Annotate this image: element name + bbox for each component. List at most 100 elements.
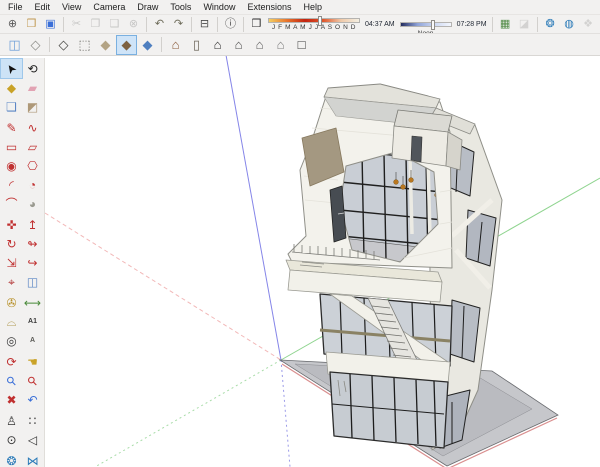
dimension-tool[interactable]: ⟷ — [22, 293, 43, 312]
new-file-button[interactable]: ⊕ — [3, 16, 22, 33]
view-left-button[interactable]: ⌂ — [270, 35, 291, 55]
rotated-rectangle-tool[interactable]: ▱ — [22, 137, 43, 156]
scale-tool[interactable]: ⇲ — [1, 253, 22, 272]
follow-me-tool[interactable]: ↬ — [22, 234, 43, 253]
shadow-settings-button[interactable]: ◪ — [515, 16, 534, 33]
protractor-tool[interactable]: ⌓ — [1, 312, 22, 331]
style-xray-button[interactable]: ◫ — [4, 35, 25, 55]
style-hidden-line-button[interactable]: ⬚ — [74, 35, 95, 55]
add-location-button[interactable]: ❂ — [541, 16, 560, 33]
pan-tool[interactable]: ☚ — [22, 352, 43, 371]
paste-button[interactable]: ❑ — [105, 16, 124, 33]
shadow-time-slider[interactable]: Noon — [399, 19, 452, 37]
toolbar-divider — [491, 16, 493, 32]
menu-item-file[interactable]: File — [2, 1, 29, 13]
push-pull-tool[interactable]: ↥ — [22, 215, 43, 234]
menu-item-extensions[interactable]: Extensions — [241, 1, 297, 13]
axes-tool[interactable]: ⌖ — [1, 272, 22, 291]
circle-x-icon: ⊗ — [128, 17, 139, 30]
rectangle-tool[interactable]: ▭ — [1, 137, 22, 156]
view-iso-button[interactable]: ⌂ — [165, 35, 186, 55]
polygon-tool[interactable]: ⎔ — [22, 156, 43, 175]
erase-delete-button[interactable]: ⊗ — [124, 16, 143, 33]
save-file-button[interactable]: ▣ — [41, 16, 60, 33]
offset-tool[interactable]: ↪ — [22, 253, 43, 272]
add-location-sidebar-tool[interactable]: ❂ — [1, 451, 22, 467]
menu-item-view[interactable]: View — [56, 1, 87, 13]
text-tool[interactable]: A1 — [22, 312, 43, 331]
menu-item-draw[interactable]: Draw — [131, 1, 164, 13]
photo-textures-button[interactable]: ▦ — [496, 16, 515, 33]
freehand-tool[interactable]: ∿ — [22, 118, 43, 137]
shadow-month-slider[interactable] — [268, 15, 360, 26]
eraser-tool[interactable]: ▰ — [22, 78, 43, 97]
style-wireframe-button[interactable]: ◇ — [53, 35, 74, 55]
zoom-tool[interactable]: ⚲ — [1, 371, 22, 390]
dimension-arrows-icon: ⟷ — [23, 295, 42, 310]
position-camera-tool[interactable]: ♙ — [1, 411, 22, 430]
select-tool[interactable]: ➤ — [0, 58, 23, 79]
paint-bucket-tool[interactable]: ◆ — [1, 78, 22, 97]
view-top-button[interactable]: ▯ — [186, 35, 207, 55]
shadow-toggle-button[interactable]: ❒ — [247, 16, 266, 33]
rotate-arrow-icon: ↻ — [6, 236, 17, 251]
menu-item-camera[interactable]: Camera — [87, 1, 131, 13]
plus-circle-icon: ⊕ — [7, 17, 18, 30]
toolbar-divider — [63, 16, 64, 32]
time-slider-handle[interactable] — [430, 19, 435, 30]
blue-axis-negative — [280, 359, 291, 467]
tool-palette-row: ◜ ◔ — [1, 175, 43, 194]
style-back-edges-button[interactable]: ◇ — [25, 35, 46, 55]
view-plan-button[interactable]: □ — [291, 35, 312, 55]
rotate-tool[interactable]: ↻ — [1, 234, 22, 253]
view-right-button[interactable]: ⌂ — [228, 35, 249, 55]
3d-text-tool[interactable]: A — [22, 331, 43, 350]
three-point-arc-tool[interactable]: ⌒ — [1, 194, 22, 213]
month-slider-handle[interactable] — [317, 15, 322, 26]
make-component-tool[interactable]: ❑ — [1, 97, 22, 116]
lasso-loop-icon: ⟲ — [27, 61, 38, 76]
lasso-select-tool[interactable]: ⟲ — [22, 59, 43, 78]
two-point-arc-tool[interactable]: ◜ — [1, 175, 22, 194]
tool-palette-row: ✎ ∿ — [1, 118, 43, 137]
tool-palette-row: ◉ ⎔ — [1, 156, 43, 175]
copy-button[interactable]: ❐ — [86, 16, 105, 33]
tool-palette-row: ♙ ∷ — [1, 411, 43, 430]
previous-view-tool[interactable]: ↶ — [22, 390, 43, 409]
menu-item-help[interactable]: Help — [297, 1, 328, 13]
cut-button[interactable]: ✂ — [67, 16, 86, 33]
tape-measure-tool[interactable]: ✇ — [1, 293, 22, 312]
orbit-tool[interactable]: ⟳ — [1, 352, 22, 371]
arc-tool[interactable]: ◔ — [22, 175, 43, 194]
undo-button[interactable]: ↶ — [150, 16, 169, 33]
extension-sidebar-tool[interactable]: ⋈ — [22, 451, 43, 467]
zoom-extents-tool[interactable]: ✖ — [1, 390, 22, 409]
style-shaded-button[interactable]: ◆ — [95, 35, 116, 55]
model-info-button[interactable]: ⓘ — [221, 16, 240, 33]
viewport-canvas[interactable] — [0, 0, 600, 467]
style-shaded-textures-button[interactable]: ◆ — [116, 34, 137, 55]
field-of-view-tool[interactable]: ◁ — [22, 430, 43, 449]
circle-tool[interactable]: ◉ — [1, 156, 22, 175]
open-file-button[interactable]: ❒ — [22, 16, 41, 33]
toggle-terrain-button[interactable]: ◍ — [560, 16, 579, 33]
section-plane-tool[interactable]: ◫ — [22, 272, 43, 291]
walk-tool[interactable]: ∷ — [22, 411, 43, 430]
line-tool[interactable]: ✎ — [1, 118, 22, 137]
zoom-window-tool[interactable]: ⚲ — [22, 371, 43, 390]
center-point-tool[interactable]: ◎ — [1, 331, 22, 350]
tag-tool[interactable]: ◩ — [22, 97, 43, 116]
menu-item-tools[interactable]: Tools — [164, 1, 197, 13]
view-front-button[interactable]: ⌂ — [207, 35, 228, 55]
pie-tool[interactable]: ◕ — [22, 194, 43, 213]
look-around-tool[interactable]: ⊙ — [1, 430, 22, 449]
print-button[interactable]: ⊟ — [195, 16, 214, 33]
cube-wireframe-icon: ◇ — [58, 37, 69, 52]
move-tool[interactable]: ✜ — [1, 215, 22, 234]
redo-button[interactable]: ↷ — [169, 16, 188, 33]
style-monochrome-button[interactable]: ◆ — [137, 35, 158, 55]
menu-item-window[interactable]: Window — [197, 1, 241, 13]
view-back-button[interactable]: ⌂ — [249, 35, 270, 55]
add-building-button[interactable]: ❖ — [579, 16, 598, 33]
menu-item-edit[interactable]: Edit — [29, 1, 57, 13]
